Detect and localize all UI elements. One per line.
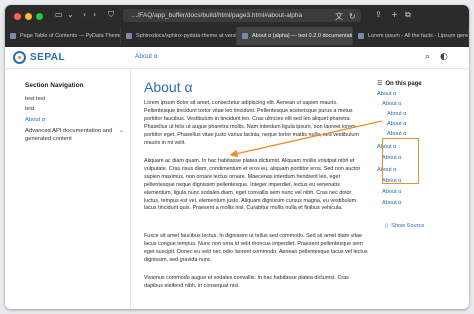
zoom-window-button[interactable] [36,13,43,20]
share-icon[interactable]: ⇪ [375,10,382,20]
sidebar-item-about-alpha[interactable]: About α [25,116,45,124]
toc-heading-label: On this page [385,81,422,87]
chevron-down-icon[interactable]: ⌄ [67,10,74,20]
toc-item[interactable]: About α [387,120,406,128]
show-source-link[interactable]: ▯ Show Source [385,223,424,229]
file-icon: ▯ [385,223,389,229]
toc-highlight-box [382,138,419,184]
page-title: About α [144,79,193,95]
paragraph: Aliquam ac diam quam. In hac habitasse p… [144,158,361,212]
page-toc: ☰ On this page About α About α About α Ab… [370,69,469,309]
toc-item[interactable]: About α [377,90,396,98]
back-arrow-icon[interactable]: ‹ [83,10,86,20]
toc-heading: ☰ On this page [377,80,422,87]
browser-tab[interactable]: Lorem ipsum - All the facts - Lipsum gen… [353,27,469,45]
toc-item[interactable]: About α [387,110,406,118]
address-bar[interactable]: …/FAQ/app_buffer/docs/build/html/page3.h… [123,9,361,22]
show-source-label: Show Source [391,223,425,229]
paragraph: Fusce sit amet faucibus lectus. In digni… [144,233,368,263]
theme-toggle-icon[interactable]: ◐ [440,52,448,62]
browser-tab-active[interactable]: About α (alpha) — test 0.2.0 documentati… [237,27,353,45]
list-icon: ☰ [377,80,383,87]
sidebar-item-advanced-api[interactable]: Advanced API documentation and [25,127,112,135]
section-navigation-title: Section Navigation [25,82,84,89]
main-content: About α Lorem ipsum dolor sit amet, cons… [144,69,369,309]
browser-chrome: ▭ ⌄ ‹ › ⛉ …/FAQ/app_buffer/docs/build/ht… [5,5,469,47]
sidebar-item-advanced-api-cont[interactable]: generated content [25,135,72,143]
toc-item[interactable]: About α [382,100,401,108]
minimize-window-button[interactable] [25,13,32,20]
translate-icon[interactable]: 文 [335,12,343,22]
paragraph: Vivamus commodo augue et sodales convall… [144,275,349,289]
nav-link-about[interactable]: About α [135,53,158,60]
site-logo[interactable]: SEPAL [13,51,65,64]
header-icons: ⌕ ◐ [425,52,448,62]
close-window-button[interactable] [14,13,21,20]
sidebar-toggle-icon[interactable]: ▭ [55,10,63,20]
section-navigation: Section Navigation test test test About … [5,69,131,309]
shield-icon[interactable]: ⛉ [108,10,114,20]
browser-tab[interactable]: Page Table of Contents — PyData Theme do… [5,27,121,45]
new-tab-icon[interactable]: + [391,10,398,20]
browser-window: ▭ ⌄ ‹ › ⛉ …/FAQ/app_buffer/docs/build/ht… [5,5,469,309]
site-header: SEPAL About α ⌕ ◐ [5,47,469,69]
toc-item[interactable]: About α [382,188,401,196]
paragraph: Lorem ipsum dolor sit amet, consectetur … [144,100,359,146]
logo-mark-icon [13,51,26,64]
chevron-down-icon[interactable]: ⌄ [119,127,124,134]
sidebar-item-test-test[interactable]: test test [25,95,45,103]
tab-strip: Page Table of Contents — PyData Theme do… [5,27,469,45]
tab-overview-icon[interactable]: ⧉ [405,10,411,20]
toc-item[interactable]: About α [387,130,406,138]
forward-arrow-icon[interactable]: › [93,10,96,20]
browser-tab[interactable]: Sphinxdocs/sphinx-pydata-theme at versio… [121,27,237,45]
toc-item[interactable]: About α [382,199,401,207]
search-icon[interactable]: ⌕ [425,52,430,62]
sidebar-item-test[interactable]: test [25,105,34,113]
logo-text: SEPAL [30,52,66,63]
window-controls [14,13,43,20]
reload-icon[interactable]: ↻ [349,12,356,22]
